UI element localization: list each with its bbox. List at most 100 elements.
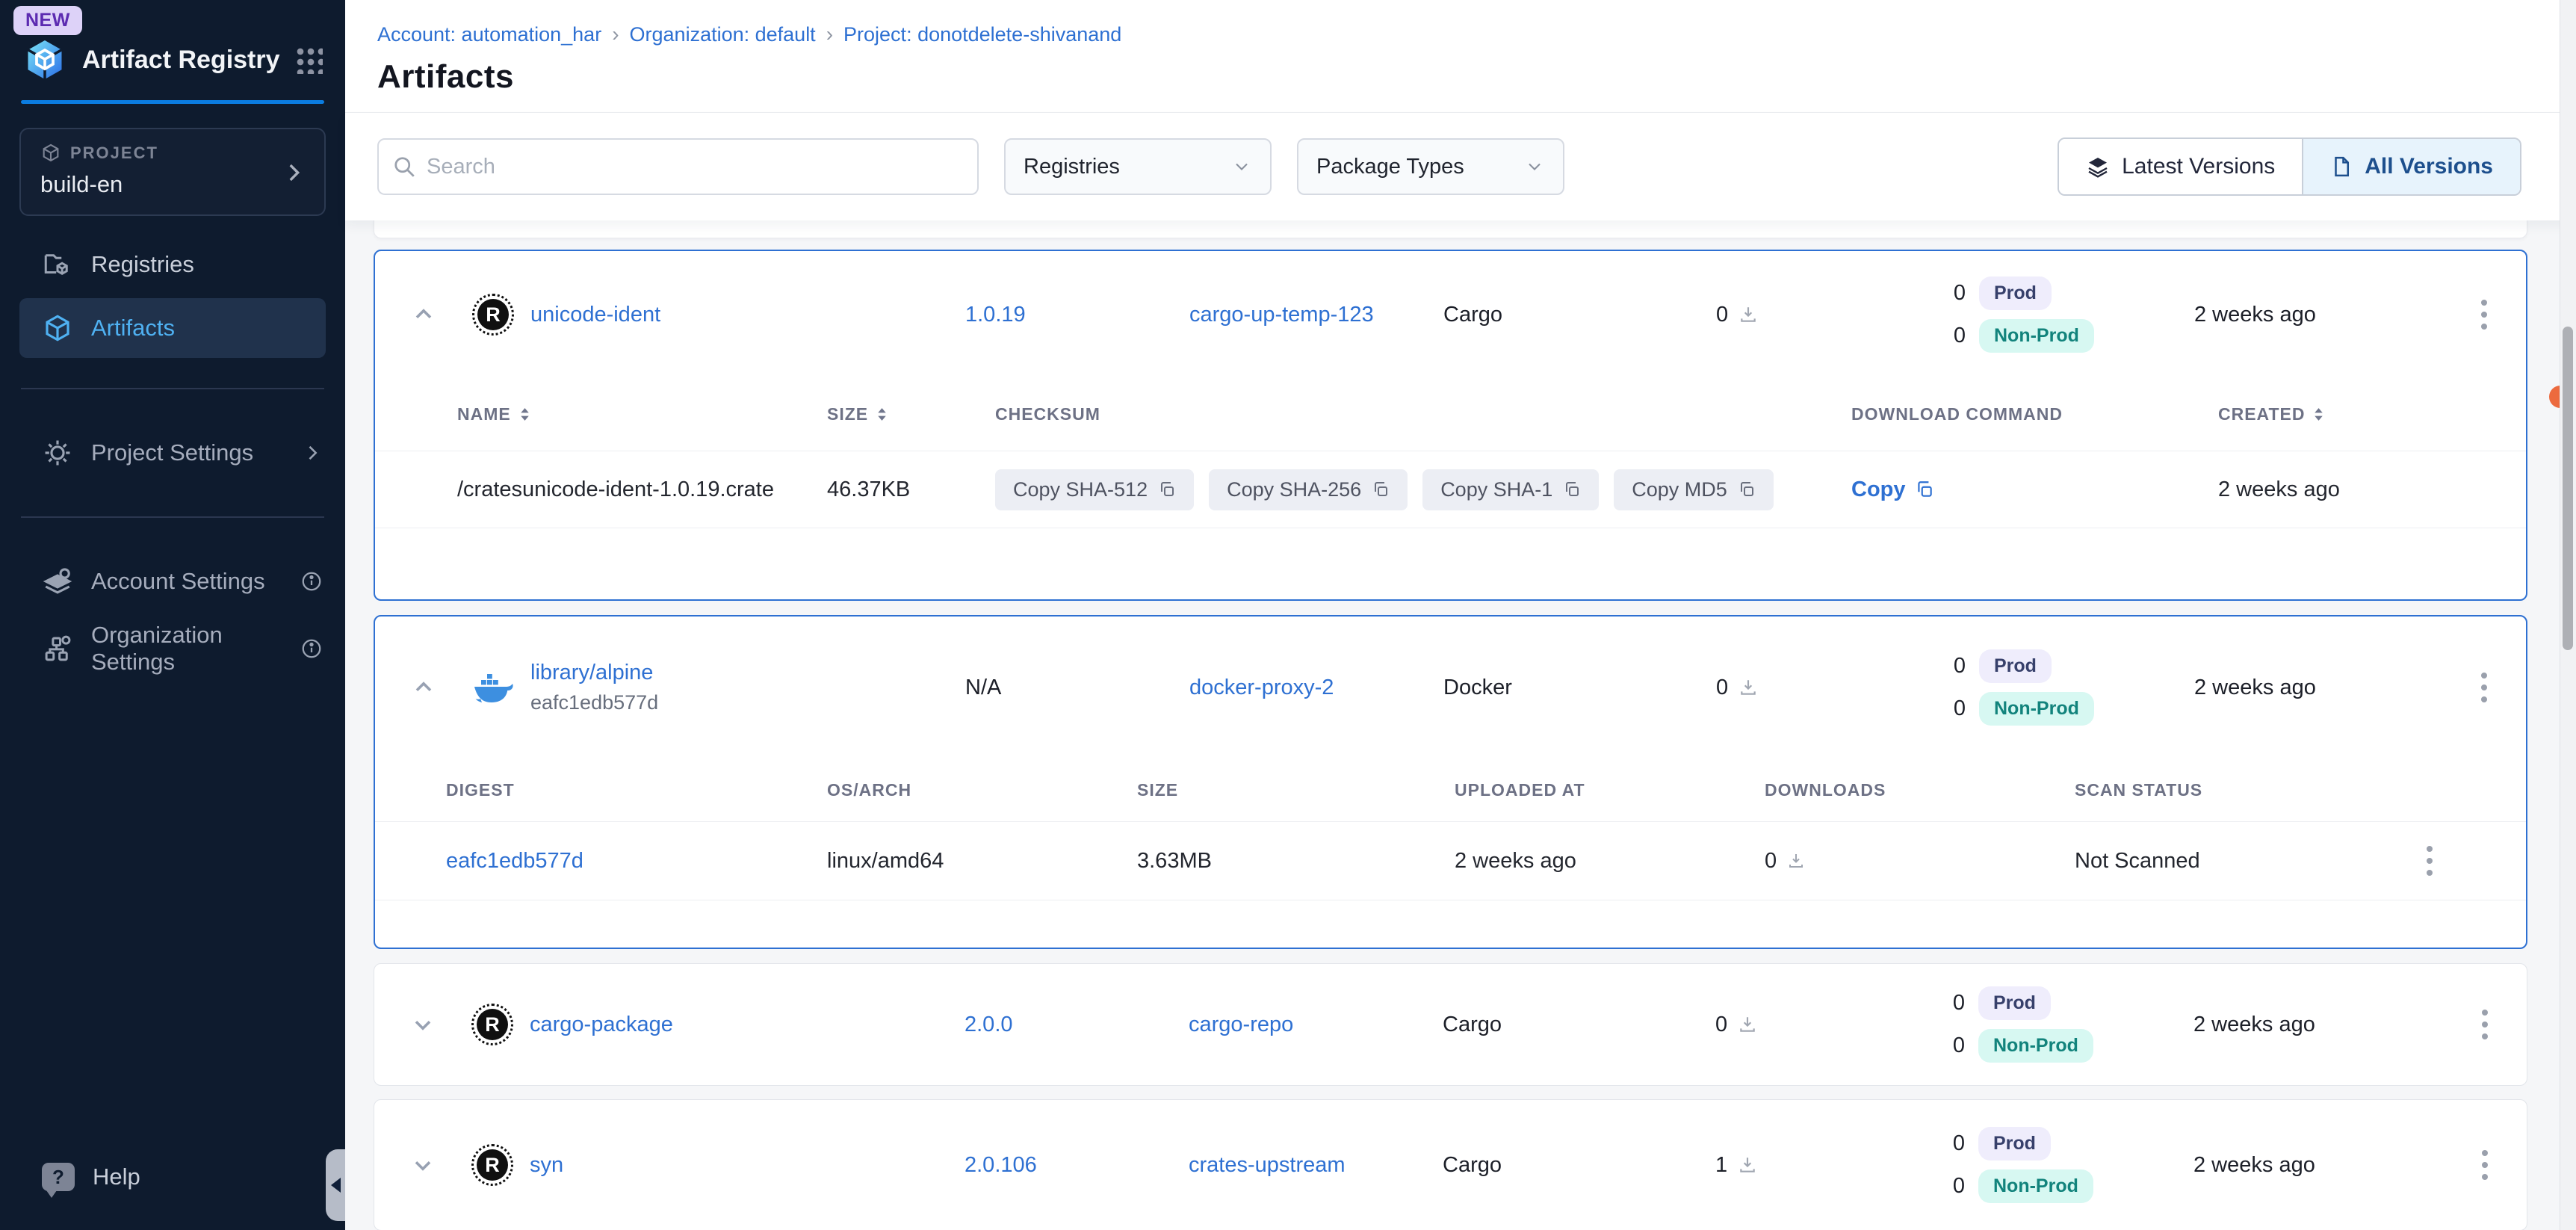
- sidebar-item-artifacts[interactable]: Artifacts: [19, 298, 326, 358]
- project-selector[interactable]: PROJECT build-en: [19, 128, 326, 216]
- help-button[interactable]: Help: [0, 1146, 345, 1208]
- chevron-right-icon: [302, 442, 323, 463]
- help-chat-icon: [42, 1163, 75, 1191]
- download-icon: [1787, 852, 1805, 870]
- collapse-chevron-up-icon[interactable]: [410, 301, 437, 328]
- column-header-checksum: CHECKSUM: [995, 404, 1851, 424]
- copy-download-command-button[interactable]: Copy: [1851, 478, 2218, 502]
- breadcrumb-separator: ›: [612, 22, 619, 46]
- package-types-filter-dropdown[interactable]: Package Types: [1297, 138, 1564, 195]
- file-size: 46.37KB: [827, 478, 995, 502]
- artifact-name-link[interactable]: cargo-package: [530, 1013, 673, 1037]
- artifact-list: unicode-ident 1.0.19 cargo-up-temp-123 C…: [345, 220, 2576, 1230]
- digest-link[interactable]: eafc1edb577d: [446, 849, 583, 873]
- image-size: 3.63MB: [1137, 849, 1455, 874]
- package-types-filter-label: Package Types: [1316, 155, 1524, 179]
- gear-icon: [42, 437, 73, 469]
- artifact-name-link[interactable]: unicode-ident: [530, 303, 660, 327]
- sort-icon: [2312, 407, 2325, 422]
- scan-status: Not Scanned: [2075, 849, 2422, 874]
- kebab-menu-icon[interactable]: [2477, 295, 2492, 334]
- expand-chevron-down-icon[interactable]: [409, 1152, 436, 1178]
- sidebar-collapse-handle[interactable]: [326, 1149, 345, 1221]
- brand-row: Artifact Registry: [0, 36, 345, 84]
- artifact-registry-link[interactable]: cargo-up-temp-123: [1189, 303, 1374, 327]
- sidebar-item-organization-settings[interactable]: Organization Settings: [0, 615, 345, 682]
- kebab-menu-icon[interactable]: [2477, 668, 2492, 707]
- project-name: build-en: [40, 171, 305, 198]
- copy-md5-button[interactable]: Copy MD5: [1614, 469, 1774, 510]
- nonprod-badge: Non-Prod: [1979, 319, 2094, 353]
- column-header-uploaded-at: UPLOADED AT: [1455, 780, 1765, 800]
- breadcrumb: Account: automation_har › Organization: …: [377, 22, 2576, 46]
- artifact-version-link[interactable]: 2.0.0: [965, 1013, 1013, 1036]
- all-versions-button[interactable]: All Versions: [2302, 139, 2520, 194]
- artifact-version-link[interactable]: 2.0.106: [965, 1153, 1037, 1177]
- download-icon: [1738, 1015, 1757, 1034]
- expand-chevron-down-icon[interactable]: [409, 1011, 436, 1038]
- artifacts-cube-icon: [42, 312, 73, 344]
- files-table-header: NAME SIZE CHECKSUM DOWNLOAD COMMAND CR: [375, 378, 2526, 451]
- artifact-registry-link[interactable]: crates-upstream: [1189, 1153, 1346, 1177]
- download-count: 0: [1716, 303, 1728, 327]
- breadcrumb-organization-link[interactable]: Organization: default: [630, 23, 816, 46]
- cargo-rust-package-icon: [471, 1144, 513, 1186]
- brand-underline: [21, 100, 324, 104]
- download-count: 1: [1715, 1153, 1727, 1178]
- artifact-name-link[interactable]: library/alpine: [530, 661, 658, 685]
- column-header-size[interactable]: SIZE: [827, 404, 995, 424]
- chevron-down-icon: [1231, 156, 1252, 177]
- download-count: 0: [1715, 1013, 1727, 1037]
- copy-sha256-button[interactable]: Copy SHA-256: [1209, 469, 1408, 510]
- uploaded-at: 2 weeks ago: [1455, 849, 1765, 874]
- artifact-row[interactable]: library/alpine eafc1edb577d N/A docker-p…: [375, 616, 2526, 758]
- artifact-version: N/A: [965, 676, 1189, 700]
- copy-sha512-button[interactable]: Copy SHA-512: [995, 469, 1194, 510]
- artifact-row[interactable]: syn 2.0.106 crates-upstream Cargo 1 0: [374, 1100, 2527, 1230]
- search-input[interactable]: [377, 138, 979, 195]
- nonprod-count: 0: [1948, 324, 1966, 348]
- sidebar-item-registries[interactable]: Registries: [0, 234, 345, 295]
- created-at: 2 weeks ago: [2194, 303, 2392, 327]
- artifact-name-link[interactable]: syn: [530, 1153, 563, 1178]
- sidebar-item-label: Account Settings: [91, 568, 282, 595]
- digest-download-count: 0: [1765, 849, 1777, 874]
- package-type: Cargo: [1443, 1013, 1715, 1037]
- sort-icon: [876, 407, 888, 422]
- created-at: 2 weeks ago: [2193, 1153, 2391, 1178]
- column-header-created[interactable]: CREATED: [2218, 404, 2526, 424]
- column-header-name[interactable]: NAME: [457, 404, 827, 424]
- vertical-scrollbar[interactable]: [2560, 0, 2576, 1230]
- download-icon: [1739, 678, 1758, 697]
- info-icon: [300, 570, 323, 593]
- artifact-registry-link[interactable]: docker-proxy-2: [1189, 676, 1334, 699]
- scrolled-card-remnant: [374, 220, 2527, 238]
- digest-row: eafc1edb577d linux/amd64 3.63MB 2 weeks …: [375, 822, 2526, 900]
- copy-icon: [1372, 480, 1390, 498]
- column-header-digest: DIGEST: [446, 780, 827, 800]
- versions-view-segmented-control: Latest Versions All Versions: [2058, 137, 2521, 196]
- copy-sha1-button[interactable]: Copy SHA-1: [1422, 469, 1599, 510]
- registries-filter-dropdown[interactable]: Registries: [1004, 138, 1272, 195]
- breadcrumb-project-link[interactable]: Project: donotdelete-shivanand: [843, 23, 1121, 46]
- app-switcher-grid-icon[interactable]: [294, 46, 323, 74]
- latest-versions-button[interactable]: Latest Versions: [2059, 139, 2302, 194]
- os-arch: linux/amd64: [827, 849, 1137, 874]
- layers-gear-icon: [42, 566, 73, 597]
- artifact-registry-link[interactable]: cargo-repo: [1189, 1013, 1293, 1036]
- copy-icon: [1915, 480, 1934, 499]
- kebab-menu-icon[interactable]: [2477, 1146, 2492, 1184]
- artifact-version-link[interactable]: 1.0.19: [965, 303, 1026, 327]
- collapse-chevron-up-icon[interactable]: [410, 674, 437, 701]
- breadcrumb-account-link[interactable]: Account: automation_har: [377, 23, 601, 46]
- registries-filter-label: Registries: [1024, 155, 1231, 179]
- prod-badge: Prod: [1978, 986, 2051, 1020]
- scrollbar-thumb[interactable]: [2563, 327, 2573, 650]
- artifact-row[interactable]: cargo-package 2.0.0 cargo-repo Cargo 0 0: [374, 964, 2527, 1085]
- sidebar-item-project-settings[interactable]: Project Settings: [0, 419, 345, 486]
- kebab-menu-icon[interactable]: [2477, 1005, 2492, 1044]
- kebab-menu-icon[interactable]: [2422, 841, 2526, 880]
- sidebar-item-account-settings[interactable]: Account Settings: [0, 548, 345, 615]
- project-cube-icon: [40, 143, 61, 164]
- artifact-row[interactable]: unicode-ident 1.0.19 cargo-up-temp-123 C…: [375, 251, 2526, 378]
